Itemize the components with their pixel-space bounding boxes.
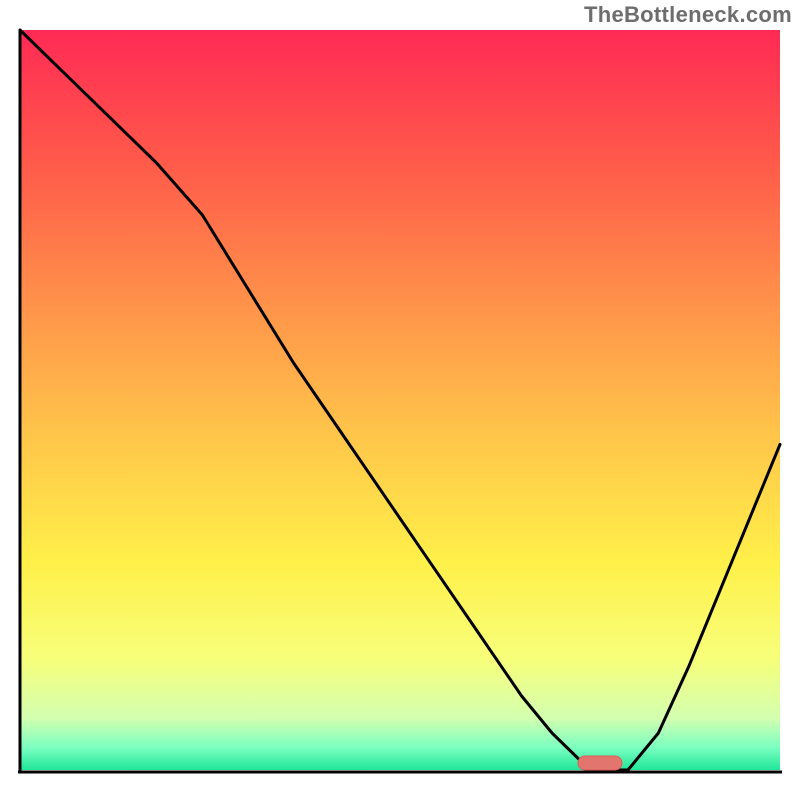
chart-container: TheBottleneck.com	[0, 0, 800, 800]
optimal-marker	[578, 756, 622, 770]
bottleneck-curve-chart	[0, 0, 800, 800]
